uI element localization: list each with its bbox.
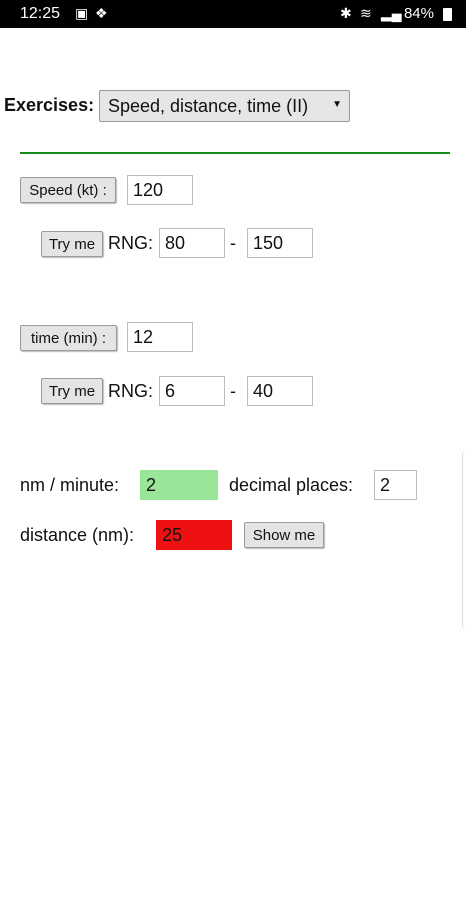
image-icon: ▣ <box>75 5 89 21</box>
exercises-select[interactable]: Speed, distance, time (II) ▼ <box>99 90 350 122</box>
clock: 12:25 <box>20 5 61 22</box>
speed-min-input[interactable]: 80 <box>159 228 225 258</box>
decimal-places-label: decimal places: <box>229 475 354 495</box>
speed-range-dash: - <box>230 233 236 253</box>
time-button[interactable]: time (min) : <box>20 325 117 351</box>
exercises-selected-value: Speed, distance, time (II) <box>108 95 309 116</box>
time-rng-label: RNG: <box>108 381 153 401</box>
bluetooth-icon: ✱ <box>340 5 352 21</box>
signal-icon: ▂▄ <box>381 5 402 21</box>
speed-rng-label: RNG: <box>108 233 153 253</box>
distance-label: distance (nm): <box>20 525 135 545</box>
speed-input[interactable]: 120 <box>127 175 193 205</box>
time-max-input[interactable]: 40 <box>247 376 313 406</box>
nm-per-minute-field: 2 <box>140 470 218 500</box>
speed-max-input[interactable]: 150 <box>247 228 313 258</box>
status-bar: 12:25 ▣ ❖ ✱ ≋ ▂▄ 84% <box>0 0 466 28</box>
decimal-places-input[interactable]: 2 <box>374 470 417 500</box>
dropbox-icon: ❖ <box>95 5 108 21</box>
nm-per-minute-label: nm / minute: <box>20 475 120 495</box>
show-me-button[interactable]: Show me <box>244 522 324 548</box>
battery-percent: 84% <box>403 5 434 22</box>
speed-try-button[interactable]: Try me <box>41 231 103 257</box>
speed-button[interactable]: Speed (kt) : <box>20 177 116 203</box>
time-min-input[interactable]: 6 <box>159 376 225 406</box>
time-range-dash: - <box>230 381 236 401</box>
time-input[interactable]: 12 <box>127 322 193 352</box>
exercises-label: Exercises: <box>4 95 95 115</box>
wifi-icon: ≋ <box>360 5 372 21</box>
time-try-button[interactable]: Try me <box>41 378 103 404</box>
dropdown-arrow-icon: ▼ <box>332 99 342 110</box>
scroll-edge <box>462 450 466 630</box>
distance-field: 25 <box>156 520 232 550</box>
battery-icon <box>443 8 452 21</box>
divider <box>20 152 450 154</box>
